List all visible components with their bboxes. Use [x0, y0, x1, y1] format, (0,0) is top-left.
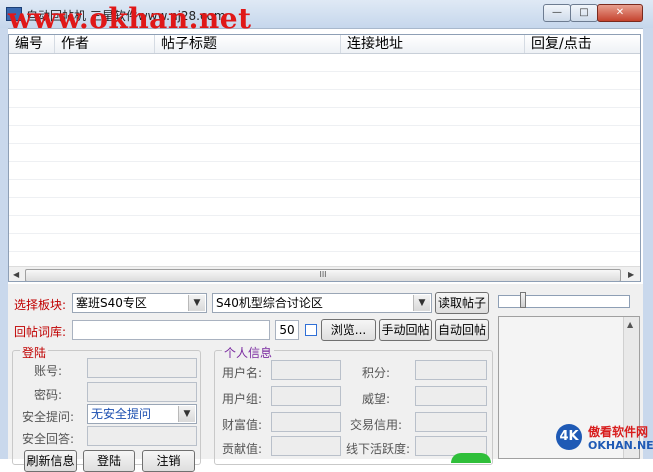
close-button[interactable]: ✕ — [597, 4, 643, 22]
status-indicator — [451, 453, 491, 463]
slider-handle[interactable] — [520, 292, 526, 308]
board-combo-value: 塞班S40专区 — [76, 296, 147, 310]
row-gridline — [9, 125, 640, 126]
column-header-title[interactable]: 帖子标题 — [155, 35, 341, 53]
prestige-label: 威望: — [362, 392, 391, 406]
progress-bar — [498, 295, 630, 308]
password-input[interactable] — [87, 382, 197, 402]
subboard-combo-value: S40机型综合讨论区 — [216, 296, 323, 310]
row-gridline — [9, 107, 640, 108]
column-header-url[interactable]: 连接地址 — [341, 35, 525, 53]
post-list[interactable]: 编号 作者 帖子标题 连接地址 回复/点击 ◀ III ▶ — [8, 34, 641, 282]
password-label: 密码: — [34, 388, 63, 402]
window-frame-left — [0, 28, 8, 459]
row-gridline — [9, 89, 640, 90]
subboard-combo[interactable]: S40机型综合讨论区 ▼ — [212, 293, 432, 313]
usergroup-label: 用户组: — [222, 392, 263, 406]
logout-button[interactable]: 注销 — [142, 450, 195, 472]
wealth-label: 财富值: — [222, 418, 263, 432]
scroll-up-icon[interactable]: ▲ — [627, 320, 633, 329]
logo-url: OKHAN.NET — [588, 439, 653, 452]
points-value — [415, 360, 487, 380]
manual-reply-button[interactable]: 手动回帖 — [379, 319, 432, 341]
row-gridline — [9, 71, 640, 72]
reply-library-label: 回帖词库: — [14, 325, 67, 339]
offline-activity-label: 线下活跃度: — [346, 442, 411, 456]
usergroup-value — [271, 386, 341, 406]
window-frame-right — [643, 28, 653, 459]
security-question-value: 无安全提问 — [91, 407, 152, 421]
read-posts-button[interactable]: 读取帖子 — [435, 292, 489, 314]
wealth-value — [271, 412, 341, 432]
username-label: 用户名: — [222, 366, 263, 380]
chevron-down-icon[interactable]: ▼ — [413, 295, 430, 311]
username-value — [271, 360, 341, 380]
prestige-value — [415, 386, 487, 406]
board-combo[interactable]: 塞班S40专区 ▼ — [72, 293, 207, 313]
security-question-label: 安全提问: — [22, 410, 75, 424]
board-label: 选择板块: — [14, 298, 67, 312]
refresh-info-button[interactable]: 刷新信息 — [24, 450, 77, 472]
security-answer-input[interactable] — [87, 426, 197, 446]
scroll-left-icon[interactable]: ◀ — [13, 270, 19, 279]
column-header-author[interactable]: 作者 — [55, 35, 155, 53]
column-header-id[interactable]: 编号 — [9, 35, 55, 53]
minimize-button[interactable]: — — [543, 4, 571, 22]
watermark-text: www.okhan.net — [8, 2, 252, 35]
account-input[interactable] — [87, 358, 197, 378]
title-bar: 自动回帖机 三星软件www.nj28.com www.okhan.net — □… — [0, 0, 653, 35]
site-logo: 4K 傲看软件网 OKHAN.NET — [556, 421, 653, 457]
chevron-down-icon[interactable]: ▼ — [178, 406, 195, 422]
login-group-title: 登陆 — [20, 344, 49, 361]
security-answer-label: 安全回答: — [22, 432, 75, 446]
browse-button[interactable]: 浏览... — [321, 319, 376, 341]
logo-name: 傲看软件网 — [588, 425, 649, 439]
security-question-combo[interactable]: 无安全提问 ▼ — [87, 404, 197, 424]
list-header: 编号 作者 帖子标题 连接地址 回复/点击 — [9, 35, 640, 54]
auto-reply-button[interactable]: 自动回帖 — [435, 319, 489, 341]
row-gridline — [9, 197, 640, 198]
row-gridline — [9, 161, 640, 162]
profile-group-title: 个人信息 — [222, 344, 275, 361]
scroll-right-icon[interactable]: ▶ — [628, 270, 634, 279]
row-gridline — [9, 251, 640, 252]
points-label: 积分: — [362, 366, 391, 380]
row-gridline — [9, 215, 640, 216]
column-header-reply-click[interactable]: 回复/点击 — [525, 35, 640, 53]
scroll-thumb[interactable]: III — [25, 269, 621, 281]
contribution-value — [271, 436, 341, 456]
horizontal-scrollbar[interactable]: ◀ III ▶ — [9, 266, 640, 281]
reply-count-input[interactable]: 50 — [275, 320, 299, 340]
trade-credit-value — [415, 412, 487, 432]
row-gridline — [9, 233, 640, 234]
trade-credit-label: 交易信用: — [350, 418, 403, 432]
reply-library-input[interactable] — [72, 320, 270, 340]
option-checkbox[interactable] — [305, 324, 317, 336]
chevron-down-icon[interactable]: ▼ — [188, 295, 205, 311]
contribution-label: 贡献值: — [222, 442, 263, 456]
control-panel: 选择板块: 塞班S40专区 ▼ S40机型综合讨论区 ▼ 读取帖子 回帖词库: … — [8, 284, 643, 472]
login-button[interactable]: 登陆 — [83, 450, 135, 472]
maximize-button[interactable]: □ — [570, 4, 598, 22]
row-gridline — [9, 143, 640, 144]
row-gridline — [9, 179, 640, 180]
account-label: 账号: — [34, 364, 63, 378]
logo-mark-icon: 4K — [556, 424, 582, 450]
